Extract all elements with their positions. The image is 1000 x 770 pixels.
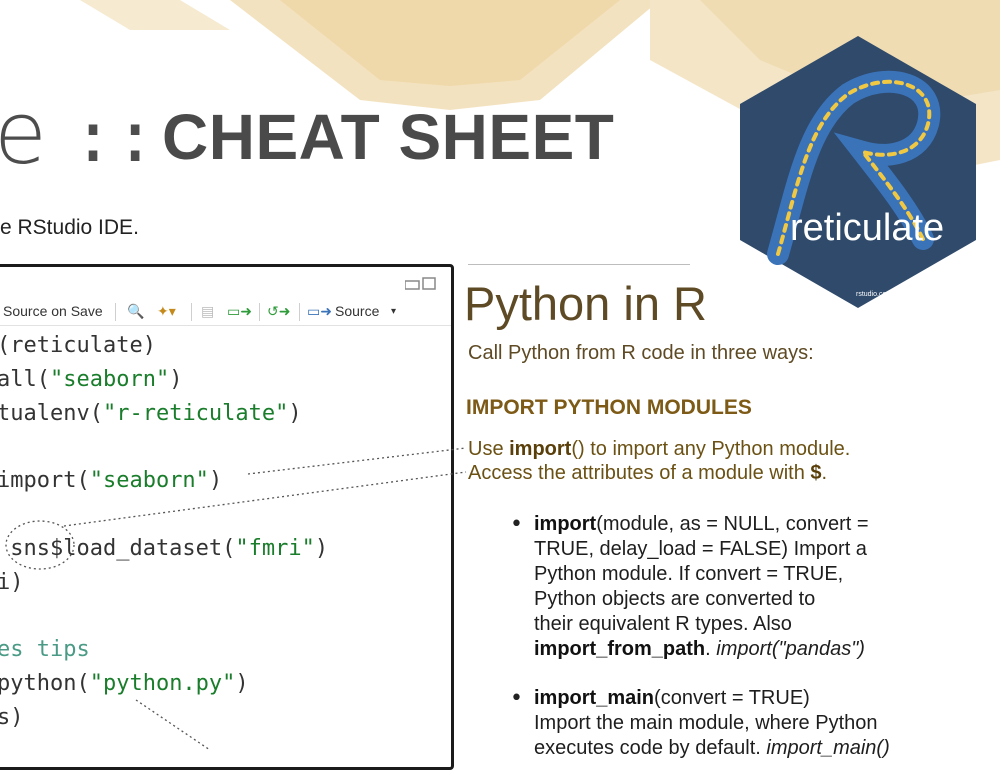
logo-text: reticulate [790,207,944,249]
code-line[interactable]: all("seaborn") [0,367,182,392]
window-controls-icon[interactable] [405,277,439,291]
code-token: all( [0,366,50,392]
section-title: Python in R [464,277,707,330]
code-token: ) [235,671,249,696]
import-description: Use import() to import any Python module… [468,438,851,460]
code-token: (reticulate) [0,333,156,358]
page-title: CHEAT SHEET [162,101,615,173]
chevron-down-icon[interactable]: ▾ [391,306,396,317]
code-string: "seaborn" [49,366,170,392]
code-line[interactable]: python("python.py") [0,671,249,696]
section-subtitle: Call Python from R code in three ways: [468,342,814,364]
reticulate-logo: reticulate rstudio.com [740,36,976,308]
source-button[interactable]: Source [335,303,379,319]
title-suffix: e [0,84,48,184]
code-string: "python.py" [89,671,236,696]
code-line[interactable]: sns$load_dataset("fmri") [0,536,328,561]
bullet-dot: • [510,686,523,711]
document-icon[interactable]: ▤ [201,303,214,320]
code-token: s) [0,704,24,730]
title-separator: :: [72,96,157,178]
rerun-icon[interactable]: ↺➜ [267,303,290,320]
code-line[interactable]: import("seaborn") [0,468,222,493]
rstudio-editor-pane: Source on Save 🔍 ✦▾ ▤ ▭➜ ↺➜ ▭➜ Source ▾ … [0,264,454,770]
section-heading: IMPORT PYTHON MODULES [466,396,752,419]
code-line[interactable]: s) [0,705,24,730]
code-line[interactable]: i) [0,570,24,595]
source-on-save-checkbox-label[interactable]: Source on Save [3,303,103,319]
code-token: ) [169,366,183,392]
search-icon[interactable]: 🔍 [127,303,144,320]
code-token: python( [0,671,90,696]
logo-small-text: rstudio.com [856,291,892,298]
section-divider [468,264,690,265]
code-comment: es tips [0,637,90,663]
code-token: ) [288,400,302,426]
code-string: "seaborn" [89,468,209,494]
bullet-dot: • [510,512,523,537]
magic-wand-icon[interactable]: ✦▾ [157,303,176,320]
code-line[interactable]: es tips [0,637,90,662]
import-function-description: import(module, as = NULL, convert = TRUE… [534,513,869,660]
code-token: import( [0,468,90,494]
code-token: i) [0,569,24,595]
code-string: "fmri" [235,535,315,561]
code-token: ) [208,468,223,494]
code-token: sns$load_dataset( [0,535,236,561]
attribute-description: Access the attributes of a module with $… [468,462,828,484]
code-string: "r-reticulate" [102,400,289,426]
code-line[interactable]: tualenv("r-reticulate") [0,401,302,426]
code-line[interactable]: (reticulate) [0,333,156,358]
editor-toolbar: Source on Save 🔍 ✦▾ ▤ ▭➜ ↺➜ ▭➜ Source ▾ [0,297,451,326]
run-line-icon[interactable]: ▭➜ [227,303,252,320]
source-icon[interactable]: ▭➜ [307,303,332,320]
code-token: ) [314,535,329,561]
ide-caption: e RStudio IDE. [0,216,139,239]
code-token: tualenv( [0,400,103,426]
